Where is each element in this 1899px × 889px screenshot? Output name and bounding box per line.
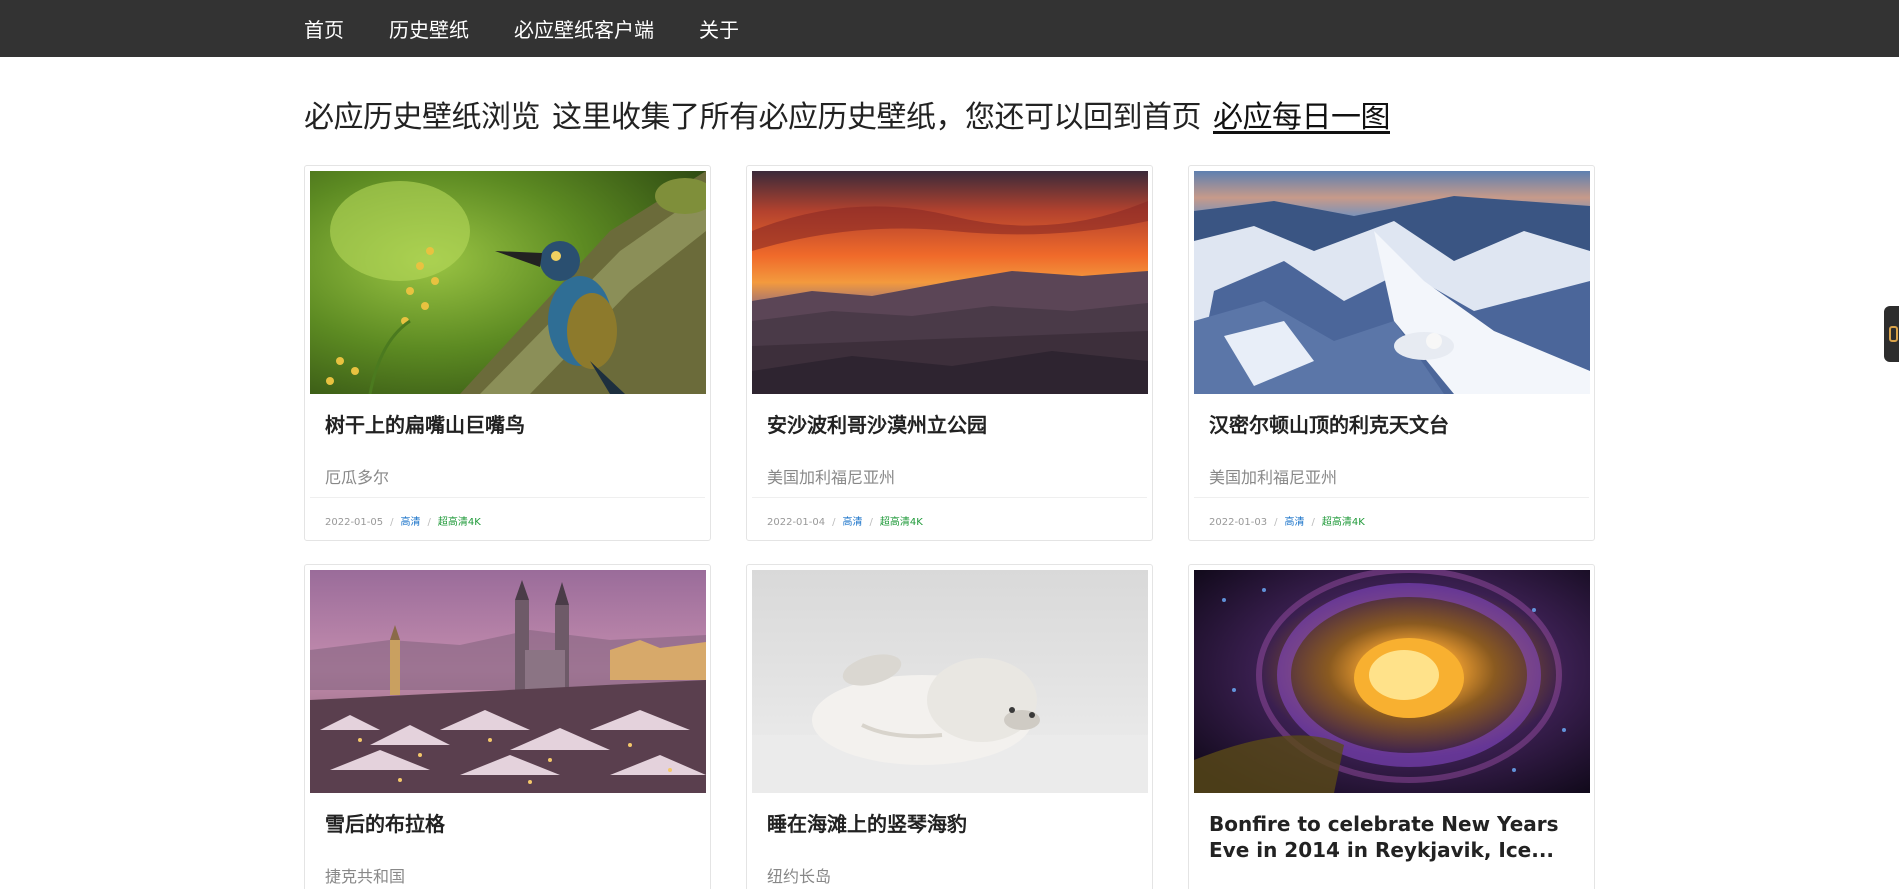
wallpaper-location: 厄瓜多尔 <box>325 468 390 487</box>
top-navbar: 首页 历史壁纸 必应壁纸客户端 关于 <box>0 0 1899 57</box>
wallpaper-date: 2022-01-04 <box>767 517 826 528</box>
snowy-mountain-image <box>1194 171 1590 394</box>
divider <box>310 497 705 498</box>
wallpaper-card[interactable]: 睡在海滩上的竖琴海豹 纽约长岛 <box>746 564 1153 889</box>
wallpaper-location: 纽约长岛 <box>767 867 832 886</box>
nav-history-wallpapers[interactable]: 历史壁纸 <box>389 14 469 43</box>
wallpaper-card[interactable]: Bonfire to celebrate New Years Eve in 20… <box>1188 564 1595 889</box>
wallpaper-card[interactable]: 树干上的扁嘴山巨嘴鸟 厄瓜多尔 2022-01-05/高清 / 超高清4K <box>304 165 711 541</box>
wallpaper-location: 捷克共和国 <box>325 867 406 886</box>
nav-bing-client[interactable]: 必应壁纸客户端 <box>514 14 654 43</box>
wallpaper-thumbnail[interactable] <box>1194 570 1590 793</box>
nav-menu: 首页 历史壁纸 必应壁纸客户端 关于 <box>304 0 784 57</box>
uhd-4k-download-link[interactable]: 超高清4K <box>438 517 481 528</box>
wallpaper-title[interactable]: 安沙波利哥沙漠州立公园 <box>767 412 1137 438</box>
bonfire-image <box>1194 570 1590 793</box>
wallpaper-thumbnail[interactable] <box>310 171 706 394</box>
wallpaper-thumbnail[interactable] <box>752 171 1148 394</box>
wallpaper-title[interactable]: 雪后的布拉格 <box>325 811 695 837</box>
floating-side-widget[interactable] <box>1884 306 1899 362</box>
nav-home[interactable]: 首页 <box>304 14 344 43</box>
wallpaper-location: 美国加利福尼亚州 <box>1209 468 1338 487</box>
hd-download-link[interactable]: 高清 <box>1285 517 1305 528</box>
page-headline: 必应历史壁纸浏览 这里收集了所有必应历史壁纸，您还可以回到首页 必应每日一图 <box>304 92 1391 136</box>
wallpaper-meta: 2022-01-05/高清 / 超高清4K <box>325 517 481 528</box>
toucan-image <box>310 171 706 394</box>
wallpaper-title[interactable]: 睡在海滩上的竖琴海豹 <box>767 811 1137 837</box>
wallpaper-date: 2022-01-03 <box>1209 517 1268 528</box>
nav-about[interactable]: 关于 <box>699 14 739 43</box>
bing-daily-link[interactable]: 必应每日一图 <box>1213 100 1391 135</box>
wallpaper-card[interactable]: 安沙波利哥沙漠州立公园 美国加利福尼亚州 2022-01-04/高清 / 超高清4K <box>746 165 1153 541</box>
wallpaper-card[interactable]: 雪后的布拉格 捷克共和国 <box>304 564 711 889</box>
divider <box>1194 497 1589 498</box>
page-title: 必应历史壁纸浏览 <box>304 100 541 135</box>
harp-seal-image <box>752 570 1148 793</box>
page-description: 这里收集了所有必应历史壁纸，您还可以回到首页 <box>552 100 1202 135</box>
divider <box>752 497 1147 498</box>
wallpaper-title[interactable]: Bonfire to celebrate New Years Eve in 20… <box>1209 811 1579 863</box>
wallpaper-card[interactable]: 汉密尔顿山顶的利克天文台 美国加利福尼亚州 2022-01-03/高清 / 超高清4… <box>1188 165 1595 541</box>
desert-sunset-image <box>752 171 1148 394</box>
uhd-4k-download-link[interactable]: 超高清4K <box>880 517 923 528</box>
wallpaper-title[interactable]: 汉密尔顿山顶的利克天文台 <box>1209 412 1579 438</box>
wallpaper-thumbnail[interactable] <box>752 570 1148 793</box>
prague-cityscape-image <box>310 570 706 793</box>
wallpaper-meta: 2022-01-03/高清 / 超高清4K <box>1209 517 1365 528</box>
widget-icon <box>1889 326 1898 342</box>
wallpaper-thumbnail[interactable] <box>310 570 706 793</box>
wallpaper-date: 2022-01-05 <box>325 517 384 528</box>
wallpaper-location: 美国加利福尼亚州 <box>767 468 896 487</box>
wallpaper-thumbnail[interactable] <box>1194 171 1590 394</box>
wallpaper-title[interactable]: 树干上的扁嘴山巨嘴鸟 <box>325 412 695 438</box>
hd-download-link[interactable]: 高清 <box>843 517 863 528</box>
wallpaper-meta: 2022-01-04/高清 / 超高清4K <box>767 517 923 528</box>
uhd-4k-download-link[interactable]: 超高清4K <box>1322 517 1365 528</box>
hd-download-link[interactable]: 高清 <box>401 517 421 528</box>
